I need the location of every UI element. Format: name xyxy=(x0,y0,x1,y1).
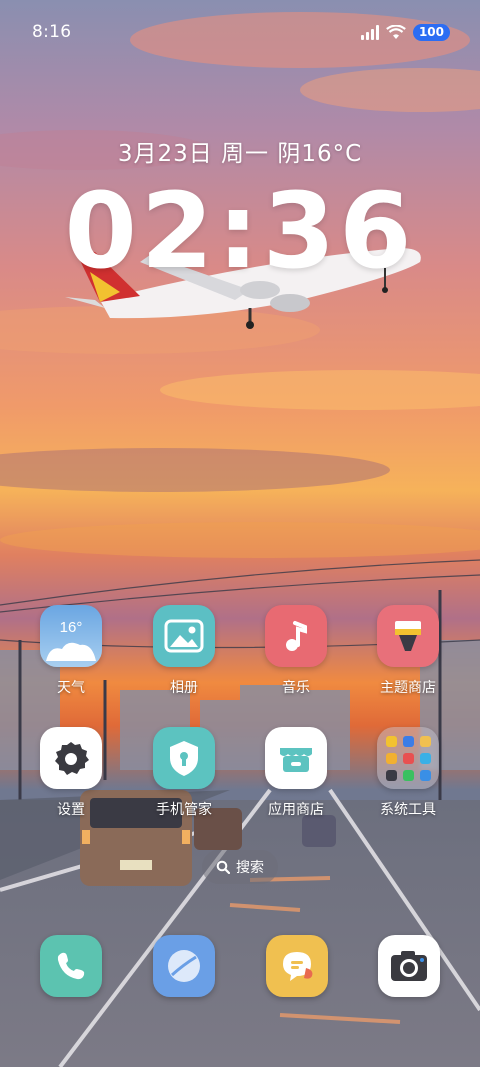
dock-phone[interactable] xyxy=(40,935,102,997)
app-folder-system-tools[interactable]: 系统工具 xyxy=(353,727,463,819)
app-label-gallery: 相册 xyxy=(170,680,198,696)
date-weather[interactable]: 3月23日 周一 阴16°C xyxy=(0,134,480,168)
app-label-settings: 设置 xyxy=(57,802,85,818)
status-time: 8:16 xyxy=(32,22,72,42)
search-button[interactable]: 搜索 xyxy=(202,850,278,884)
search-label: 搜索 xyxy=(236,860,264,876)
app-label-security: 手机管家 xyxy=(156,802,212,818)
app-label-system-tools: 系统工具 xyxy=(380,802,436,818)
app-music[interactable]: 音乐 xyxy=(241,605,351,697)
dock-messages[interactable] xyxy=(266,935,328,997)
search-icon xyxy=(216,860,230,874)
clock-widget[interactable]: 02:36 xyxy=(0,170,480,292)
gallery-icon xyxy=(153,605,215,667)
messages-icon xyxy=(283,952,313,981)
status-icons: 100 xyxy=(360,24,450,41)
theme-brush-icon xyxy=(377,605,439,667)
app-security[interactable]: 手机管家 xyxy=(129,727,239,819)
weather-icon: 16° xyxy=(40,605,102,667)
status-bar: 8:16 100 xyxy=(0,0,480,68)
battery-icon: 100 xyxy=(412,24,450,41)
app-store-icon xyxy=(265,727,327,789)
wifi-icon xyxy=(386,24,406,39)
dock-camera[interactable] xyxy=(378,935,440,997)
phone-icon xyxy=(57,952,85,980)
app-weather[interactable]: 16° 天气 xyxy=(16,605,126,697)
app-label-music: 音乐 xyxy=(282,680,310,696)
system-tools-folder-icon xyxy=(377,727,439,789)
app-label-store: 应用商店 xyxy=(268,802,324,818)
app-settings[interactable]: 设置 xyxy=(16,727,126,819)
app-label-weather: 天气 xyxy=(57,680,85,696)
music-icon xyxy=(265,605,327,667)
settings-gear-icon xyxy=(40,727,102,789)
weather-temp: 16° xyxy=(60,619,83,636)
security-shield-icon xyxy=(153,727,215,789)
app-label-theme-store: 主题商店 xyxy=(380,680,436,696)
app-store[interactable]: 应用商店 xyxy=(241,727,351,819)
camera-icon xyxy=(391,951,427,981)
app-theme-store[interactable]: 主题商店 xyxy=(353,605,463,697)
app-gallery[interactable]: 相册 xyxy=(129,605,239,697)
signal-icon xyxy=(360,25,379,40)
dock-browser[interactable] xyxy=(153,935,215,997)
browser-icon xyxy=(168,950,200,982)
